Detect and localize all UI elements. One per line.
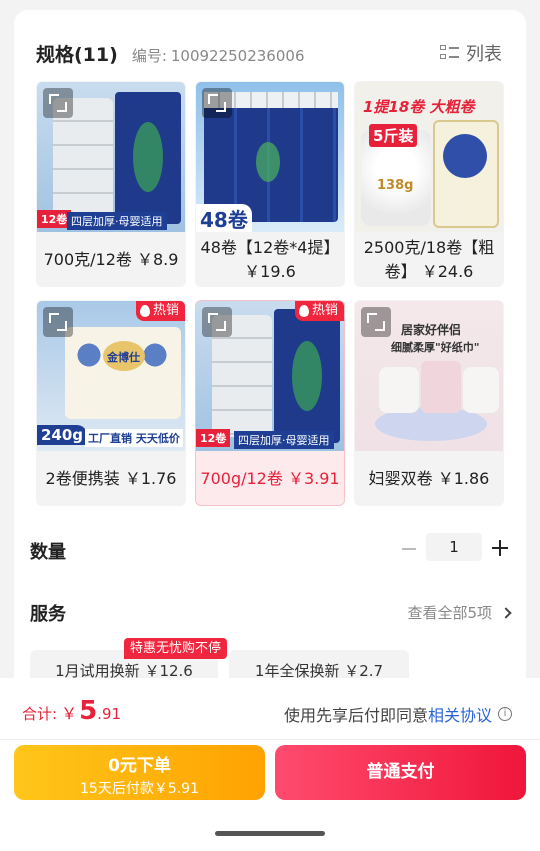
product-tag: 240g [37,425,88,445]
info-icon[interactable]: i [498,707,512,721]
product-tag: 1提18卷 大粗卷 [363,98,475,116]
chevron-right-icon [500,606,512,619]
quantity-row: 数量 1 [30,530,510,570]
service-view-all-label: 查看全部5项 [407,604,492,622]
spec-option-2500g-18[interactable]: 1提18卷 大粗卷 5斤装 138g 2500克/18卷【粗卷】 ￥24.6 [354,81,504,287]
agreement-text: 使用先享后付即同意 [283,706,428,725]
product-tag: 12卷 [196,429,231,447]
pay-later-button[interactable]: 0元下单 15天后付款￥5.91 [14,745,265,800]
expand-icon[interactable] [361,307,391,337]
list-view-label: 列表 [466,44,502,65]
hot-badge: 热销 [294,301,344,321]
total-label: 合计: [22,705,58,723]
spec-option-2-roll-portable[interactable]: 金博仕 240g 工厂直销 天天低价 热销 2卷便携装 ￥1.76 [36,300,186,506]
list-view-toggle[interactable]: 列表 [440,40,502,66]
product-code-label: 编号: [131,47,167,65]
product-tag: 48卷 [196,204,252,232]
spec-header: 规格(11) 编号: 10092250236006 [36,40,304,67]
hot-badge-label: 热销 [311,303,338,318]
product-image: 1提18卷 大粗卷 5斤装 138g [355,82,503,232]
quantity-input[interactable]: 1 [426,533,482,561]
hot-badge: 热销 [135,301,185,321]
total-decimal: .91 [97,705,122,723]
checkout-bar: 合计: ￥ 5 .91 使用先享后付即同意 相关协议 i 0元下单 15天后付款… [0,678,540,851]
spec-option-label: 700克/12卷 ￥8.9 [43,250,179,269]
quantity-plus-button[interactable] [492,540,508,556]
product-code-value: 10092250236006 [170,47,305,65]
divider [0,739,540,740]
brand-name: 金博仕 [107,351,140,364]
product-code: 编号: 10092250236006 [132,45,305,66]
hot-badge-label: 热销 [152,303,179,318]
quantity-title: 数量 [30,542,66,563]
expand-icon[interactable] [43,88,73,118]
expand-icon[interactable] [202,307,232,337]
product-tag-weight-pack: 5斤装 [369,124,418,147]
total-integer: 5 [79,696,98,726]
spec-option-label: 48卷【12卷*4提】 ￥19.6 [200,238,340,281]
spec-option-label: 700g/12卷 ￥3.91 [200,469,340,488]
service-view-all[interactable]: 查看全部5项 [407,602,512,623]
flame-icon [139,305,150,317]
pay-later-sub: 15天后付款￥5.91 [80,781,199,797]
spec-option-maternity-double-roll[interactable]: 居家好伴侣 细腻柔厚"好纸巾" 妇婴双卷 ￥1.86 [354,300,504,506]
product-banner: 工厂直销 天天低价 [85,429,183,447]
spec-option-label: 2500克/18卷【粗卷】 ￥24.6 [363,238,495,281]
service-title: 服务 [30,604,66,625]
list-icon [440,44,460,62]
pay-later-label: 0元下单 [108,756,171,776]
service-row: 服务 查看全部5项 [30,598,512,628]
home-indicator[interactable] [215,831,325,836]
expand-icon[interactable] [43,307,73,337]
pay-button[interactable]: 普通支付 [275,745,526,800]
quantity-minus-button[interactable] [402,548,416,550]
product-subline: 细腻柔厚"好纸巾" [391,341,480,354]
spec-option-700g-12-rolls-selected[interactable]: 12卷 四层加厚·母婴适用 热销 700g/12卷 ￥3.91 [195,300,345,506]
agreement-notice: 使用先享后付即同意 相关协议 i [284,702,512,726]
spec-title: 规格(11) [36,44,118,66]
roll-weight: 138g [377,178,414,193]
spec-option-label: 妇婴双卷 ￥1.86 [368,469,490,488]
total-currency: ￥ [61,704,78,723]
service-promo-badge: 特惠无忧购不停 [124,638,228,659]
order-total: 合计: ￥ 5 .91 [22,696,121,726]
spec-option-700g-12[interactable]: 12卷 四层加厚·母婴适用 700克/12卷 ￥8.9 [36,81,186,287]
product-banner: 四层加厚·母婴适用 [67,212,167,230]
spec-option-label: 2卷便携装 ￥1.76 [45,469,177,488]
expand-icon[interactable] [202,88,232,118]
product-headline: 居家好伴侣 [401,323,462,337]
product-banner: 四层加厚·母婴适用 [234,431,334,449]
flame-icon [298,305,309,317]
spec-option-48-rolls[interactable]: 48卷 48卷【12卷*4提】 ￥19.6 [195,81,345,287]
agreement-link[interactable]: 相关协议 [428,702,492,726]
